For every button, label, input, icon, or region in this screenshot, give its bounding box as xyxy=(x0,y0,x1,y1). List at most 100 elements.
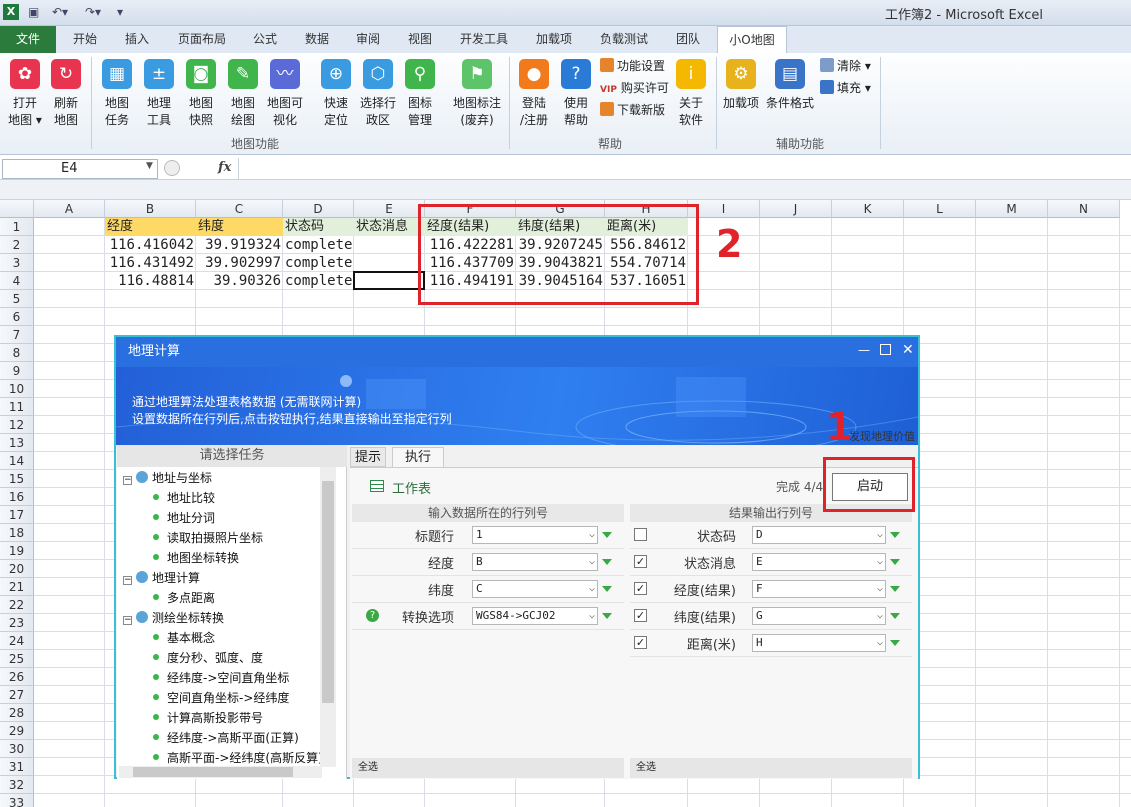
cell[interactable]: 39.902997 xyxy=(198,254,281,272)
map-draw-button[interactable]: ✎ 地图 绘图 xyxy=(222,57,264,129)
output-field-select[interactable]: E ⌵ xyxy=(752,553,886,571)
tab-view[interactable]: 视图 xyxy=(398,26,442,53)
usage-help-button[interactable]: ? 使用 帮助 xyxy=(555,57,597,129)
task-item[interactable]: 经纬度->空间直角坐标 xyxy=(153,669,289,687)
tab-page-layout[interactable]: 页面布局 xyxy=(170,26,234,53)
geo-tools-button[interactable]: ± 地理 工具 xyxy=(138,57,180,129)
cell[interactable]: 116.48814 xyxy=(107,272,194,290)
minimize-icon[interactable]: — xyxy=(858,343,870,357)
cell[interactable]: complete xyxy=(285,236,352,254)
collapse-icon[interactable]: − xyxy=(123,476,132,485)
output-checkbox[interactable]: ✓ xyxy=(634,636,647,649)
cell[interactable]: 状态消息 xyxy=(356,218,423,236)
cell[interactable]: complete xyxy=(285,254,352,272)
tab-hint[interactable]: 提示 xyxy=(350,447,386,467)
tab-load-test[interactable]: 负载测试 xyxy=(592,26,656,53)
collapse-icon[interactable]: − xyxy=(123,576,132,585)
green-arrow-icon[interactable] xyxy=(602,613,612,619)
tab-review[interactable]: 审阅 xyxy=(346,26,390,53)
redo-icon[interactable]: ↷▾ xyxy=(85,4,101,20)
cell[interactable] xyxy=(356,254,423,272)
green-arrow-icon[interactable] xyxy=(602,559,612,565)
tab-addins[interactable]: 加载项 xyxy=(527,26,581,53)
task-item[interactable]: 多点距离 xyxy=(153,589,215,607)
conditional-format-button[interactable]: ▤ 条件格式 xyxy=(764,57,816,112)
task-item[interactable]: 读取拍摄照片坐标 xyxy=(153,529,263,547)
collapse-icon[interactable]: − xyxy=(123,616,132,625)
tab-data[interactable]: 数据 xyxy=(295,26,339,53)
input-field-select[interactable]: 1 ⌵ xyxy=(472,526,598,544)
cell[interactable]: 116.416042 xyxy=(107,236,194,254)
green-arrow-icon[interactable] xyxy=(602,586,612,592)
clear-button[interactable]: 清除 ▾ xyxy=(820,57,871,75)
excel-app-icon[interactable]: X xyxy=(3,4,19,20)
select-all-output[interactable]: 全选 xyxy=(630,758,912,778)
task-item[interactable]: 地图坐标转换 xyxy=(153,549,239,567)
task-item[interactable]: 计算高斯投影带号 xyxy=(153,709,263,727)
output-field-select[interactable]: F ⌵ xyxy=(752,580,886,598)
map-task-button[interactable]: ▦ 地图 任务 xyxy=(96,57,138,129)
task-item[interactable]: 地址分词 xyxy=(153,509,215,527)
task-item[interactable]: 基本概念 xyxy=(153,629,215,647)
task-item[interactable]: 度分秒、弧度、度 xyxy=(153,649,263,667)
tab-execute[interactable]: 执行 xyxy=(392,447,444,468)
output-checkbox[interactable]: ✓ xyxy=(634,609,647,622)
task-item[interactable]: 高斯平面->经纬度(高斯反算) xyxy=(153,749,323,767)
cell[interactable]: 经度 xyxy=(107,218,194,236)
tab-formulas[interactable]: 公式 xyxy=(243,26,287,53)
output-field-select[interactable]: H ⌵ xyxy=(752,634,886,652)
refresh-map-button[interactable]: ↻ 刷新 地图 xyxy=(45,57,87,129)
map-visualize-button[interactable]: 〰地图可 视化 xyxy=(264,57,306,129)
cell[interactable] xyxy=(356,236,423,254)
chevron-down-icon[interactable]: ▼ xyxy=(146,161,153,171)
about-button[interactable]: i 关于 软件 xyxy=(670,57,712,129)
active-cell[interactable] xyxy=(353,271,425,290)
worksheet-label[interactable]: 工作表 xyxy=(392,478,431,497)
green-arrow-icon[interactable] xyxy=(890,613,900,619)
map-snapshot-button[interactable]: ◙ 地图 快照 xyxy=(180,57,222,129)
feature-settings-button[interactable]: 功能设置 xyxy=(600,57,665,75)
quick-locate-button[interactable]: ⊕ 快速 定位 xyxy=(315,57,357,129)
green-arrow-icon[interactable] xyxy=(602,532,612,538)
task-category[interactable]: − 测绘坐标转换 xyxy=(123,609,224,627)
tab-home[interactable]: 开始 xyxy=(62,26,108,53)
output-checkbox[interactable]: ✓ xyxy=(634,582,647,595)
task-category[interactable]: − 地理计算 xyxy=(123,569,200,587)
output-field-select[interactable]: D ⌵ xyxy=(752,526,886,544)
tab-insert[interactable]: 插入 xyxy=(114,26,160,53)
tab-team[interactable]: 团队 xyxy=(666,26,710,53)
scroll-thumb[interactable] xyxy=(322,481,334,703)
fx-icon[interactable]: fx xyxy=(218,160,231,175)
output-field-select[interactable]: G ⌵ xyxy=(752,607,886,625)
find-geo-value-link[interactable]: 发现地理价值 xyxy=(849,428,915,444)
close-icon[interactable]: ✕ xyxy=(902,342,914,358)
cell[interactable]: 39.919324 xyxy=(198,236,281,254)
tree-vertical-scrollbar[interactable] xyxy=(320,467,336,767)
cell[interactable]: 116.431492 xyxy=(107,254,194,272)
cancel-icon[interactable] xyxy=(164,160,180,176)
tab-xiaoo-map[interactable]: 小O地图 xyxy=(717,26,787,54)
tab-file[interactable]: 文件 xyxy=(0,26,56,53)
undo-icon[interactable]: ↶▾ xyxy=(52,4,68,20)
fill-button[interactable]: 填充 ▾ xyxy=(820,79,871,97)
map-annotate-button[interactable]: ⚑ 地图标注 (废弃) xyxy=(449,57,505,129)
customize-icon[interactable]: ▾ xyxy=(117,4,123,20)
input-field-select[interactable]: B ⌵ xyxy=(472,553,598,571)
icon-manage-button[interactable]: ⚲ 图标 管理 xyxy=(399,57,441,129)
cell[interactable]: 纬度 xyxy=(198,218,281,236)
open-map-button[interactable]: ✿ 打开 地图 ▾ xyxy=(4,57,46,129)
green-arrow-icon[interactable] xyxy=(890,559,900,565)
output-checkbox[interactable]: ✓ xyxy=(634,555,647,568)
cell[interactable]: 39.90326 xyxy=(198,272,281,290)
cell[interactable]: complete xyxy=(285,272,352,290)
green-arrow-icon[interactable] xyxy=(890,586,900,592)
green-arrow-icon[interactable] xyxy=(890,640,900,646)
name-box[interactable]: E4 xyxy=(2,159,158,179)
task-item[interactable]: 经纬度->高斯平面(正算) xyxy=(153,729,299,747)
select-region-button[interactable]: ⬡ 选择行 政区 xyxy=(357,57,399,129)
maximize-icon[interactable] xyxy=(880,344,891,355)
scroll-thumb[interactable] xyxy=(133,767,293,777)
task-category[interactable]: − 地址与坐标 xyxy=(123,469,212,487)
download-update-button[interactable]: 下载新版 xyxy=(600,101,665,119)
select-all-input[interactable]: 全选 xyxy=(352,758,624,778)
